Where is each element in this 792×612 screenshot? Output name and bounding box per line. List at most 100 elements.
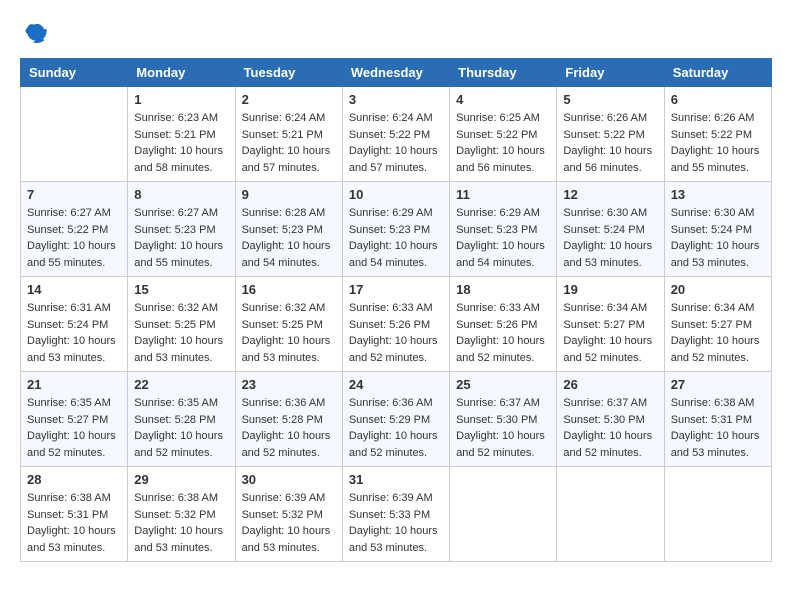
weekday-header-tuesday: Tuesday [235,59,342,87]
daylight-text: Daylight: 10 hours and 57 minutes. [349,143,443,176]
day-number: 26 [563,377,657,392]
daylight-text: Daylight: 10 hours and 53 minutes. [242,523,336,556]
week-row-2: 7Sunrise: 6:27 AMSunset: 5:22 PMDaylight… [21,182,772,277]
day-info: Sunrise: 6:38 AMSunset: 5:31 PMDaylight:… [671,395,765,461]
day-number: 1 [134,92,228,107]
day-info: Sunrise: 6:36 AMSunset: 5:29 PMDaylight:… [349,395,443,461]
sunset-text: Sunset: 5:27 PM [27,412,121,429]
sunset-text: Sunset: 5:25 PM [134,317,228,334]
day-info: Sunrise: 6:25 AMSunset: 5:22 PMDaylight:… [456,110,550,176]
sunrise-text: Sunrise: 6:38 AM [671,395,765,412]
sunrise-text: Sunrise: 6:23 AM [134,110,228,127]
calendar-cell: 24 Sunrise: 6:36 AMSunset: 5:29 PMDayligh… [342,372,449,467]
calendar-cell: 10Sunrise: 6:29 AMSunset: 5:23 PMDayligh… [342,182,449,277]
calendar-cell: 23Sunrise: 6:36 AMSunset: 5:28 PMDayligh… [235,372,342,467]
daylight-text: Daylight: 10 hours and 52 minutes. [27,428,121,461]
sunset-text: Sunset: 5:22 PM [27,222,121,239]
sunset-text: Sunset: 5:26 PM [349,317,443,334]
sunrise-text: Sunrise: 6:24 AM [349,110,443,127]
day-info: Sunrise: 6:37 AMSunset: 5:30 PMDaylight:… [456,395,550,461]
day-number: 16 [242,282,336,297]
sunrise-text: Sunrise: 6:26 AM [671,110,765,127]
day-info: Sunrise: 6:28 AMSunset: 5:23 PMDaylight:… [242,205,336,271]
daylight-text: Daylight: 10 hours and 54 minutes. [349,238,443,271]
calendar-cell: 8Sunrise: 6:27 AMSunset: 5:23 PMDaylight… [128,182,235,277]
calendar-cell [450,467,557,562]
daylight-text: Daylight: 10 hours and 52 minutes. [671,333,765,366]
sunrise-text: Sunrise: 6:25 AM [456,110,550,127]
sunrise-text: Sunrise: 6:28 AM [242,205,336,222]
daylight-text: Daylight: 10 hours and 55 minutes. [27,238,121,271]
sunrise-text: Sunrise: 6:32 AM [242,300,336,317]
calendar-cell: 28Sunrise: 6:38 AMSunset: 5:31 PMDayligh… [21,467,128,562]
day-info: Sunrise: 6:24 AMSunset: 5:22 PMDaylight:… [349,110,443,176]
calendar: SundayMondayTuesdayWednesdayThursdayFrid… [20,58,772,562]
day-info: Sunrise: 6:27 AMSunset: 5:22 PMDaylight:… [27,205,121,271]
day-number: 5 [563,92,657,107]
calendar-cell: 7Sunrise: 6:27 AMSunset: 5:22 PMDaylight… [21,182,128,277]
daylight-text: Daylight: 10 hours and 53 minutes. [563,238,657,271]
sunset-text: Sunset: 5:23 PM [242,222,336,239]
sunset-text: Sunset: 5:26 PM [456,317,550,334]
daylight-text: Daylight: 10 hours and 52 minutes. [349,428,443,461]
day-number: 29 [134,472,228,487]
day-info: Sunrise: 6:32 AMSunset: 5:25 PMDaylight:… [242,300,336,366]
daylight-text: Daylight: 10 hours and 53 minutes. [134,523,228,556]
sunset-text: Sunset: 5:22 PM [456,127,550,144]
sunset-text: Sunset: 5:23 PM [134,222,228,239]
weekday-header-friday: Friday [557,59,664,87]
weekday-header-sunday: Sunday [21,59,128,87]
day-info: Sunrise: 6:29 AMSunset: 5:23 PMDaylight:… [456,205,550,271]
calendar-cell: 29Sunrise: 6:38 AMSunset: 5:32 PMDayligh… [128,467,235,562]
sunrise-text: Sunrise: 6:37 AM [456,395,550,412]
sunrise-text: Sunrise: 6:26 AM [563,110,657,127]
day-number: 28 [27,472,121,487]
calendar-cell: 13Sunrise: 6:30 AMSunset: 5:24 PMDayligh… [664,182,771,277]
calendar-cell: 19 Sunrise: 6:34 AMSunset: 5:27 PMDayligh… [557,277,664,372]
day-number: 14 [27,282,121,297]
calendar-cell: 4 Sunrise: 6:25 AMSunset: 5:22 PMDaylight… [450,87,557,182]
calendar-cell: 11Sunrise: 6:29 AMSunset: 5:23 PMDayligh… [450,182,557,277]
daylight-text: Daylight: 10 hours and 52 minutes. [563,428,657,461]
calendar-cell: 3Sunrise: 6:24 AMSunset: 5:22 PMDaylight… [342,87,449,182]
day-number: 4 [456,92,550,107]
daylight-text: Daylight: 10 hours and 53 minutes. [671,238,765,271]
daylight-text: Daylight: 10 hours and 58 minutes. [134,143,228,176]
sunset-text: Sunset: 5:22 PM [563,127,657,144]
day-info: Sunrise: 6:26 AMSunset: 5:22 PMDaylight:… [563,110,657,176]
daylight-text: Daylight: 10 hours and 52 minutes. [242,428,336,461]
sunrise-text: Sunrise: 6:32 AM [134,300,228,317]
day-info: Sunrise: 6:34 AMSunset: 5:27 PMDaylight:… [563,300,657,366]
daylight-text: Daylight: 10 hours and 53 minutes. [671,428,765,461]
sunset-text: Sunset: 5:27 PM [563,317,657,334]
day-number: 21 [27,377,121,392]
sunset-text: Sunset: 5:24 PM [671,222,765,239]
sunrise-text: Sunrise: 6:36 AM [242,395,336,412]
day-number: 31 [349,472,443,487]
day-number: 23 [242,377,336,392]
calendar-cell: 2 Sunrise: 6:24 AMSunset: 5:21 PMDaylight… [235,87,342,182]
day-number: 2 [242,92,336,107]
sunrise-text: Sunrise: 6:39 AM [242,490,336,507]
daylight-text: Daylight: 10 hours and 53 minutes. [242,333,336,366]
sunrise-text: Sunrise: 6:33 AM [456,300,550,317]
weekday-header-thursday: Thursday [450,59,557,87]
week-row-5: 28Sunrise: 6:38 AMSunset: 5:31 PMDayligh… [21,467,772,562]
day-info: Sunrise: 6:24 AMSunset: 5:21 PMDaylight:… [242,110,336,176]
sunrise-text: Sunrise: 6:29 AM [349,205,443,222]
daylight-text: Daylight: 10 hours and 52 minutes. [134,428,228,461]
calendar-cell: 16 Sunrise: 6:32 AMSunset: 5:25 PMDayligh… [235,277,342,372]
logo [20,20,52,48]
sunset-text: Sunset: 5:32 PM [242,507,336,524]
calendar-cell: 15Sunrise: 6:32 AMSunset: 5:25 PMDayligh… [128,277,235,372]
day-info: Sunrise: 6:39 AMSunset: 5:33 PMDaylight:… [349,490,443,556]
day-number: 24 [349,377,443,392]
sunset-text: Sunset: 5:25 PM [242,317,336,334]
day-number: 19 [563,282,657,297]
day-number: 13 [671,187,765,202]
sunrise-text: Sunrise: 6:34 AM [671,300,765,317]
calendar-cell: 22Sunrise: 6:35 AMSunset: 5:28 PMDayligh… [128,372,235,467]
sunrise-text: Sunrise: 6:36 AM [349,395,443,412]
daylight-text: Daylight: 10 hours and 52 minutes. [349,333,443,366]
sunrise-text: Sunrise: 6:31 AM [27,300,121,317]
